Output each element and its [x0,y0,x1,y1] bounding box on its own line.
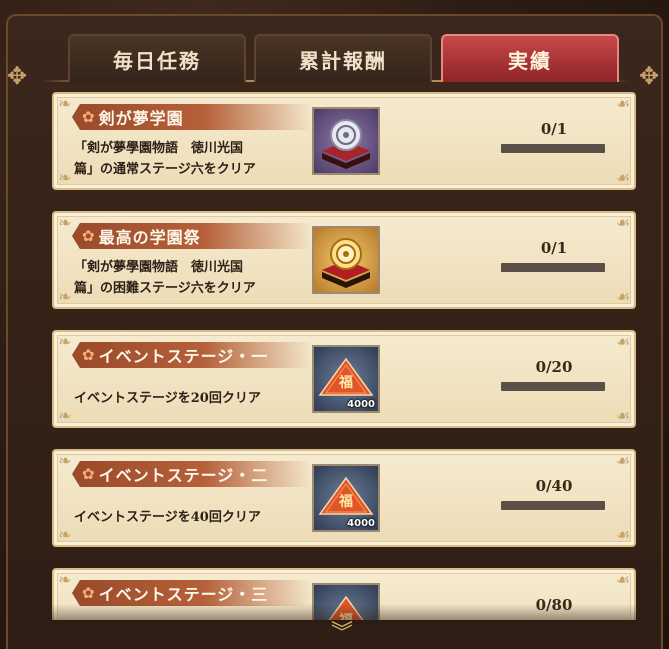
flower-icon: ✿ [82,465,95,483]
achievement-card: ❧ ☙ ❧ ☙ ✿ 剣が夢学園 「剣が夢學園物語 徳川光国 篇」の通常ステージ六… [52,92,636,190]
right-ornament-icon: ✥ [638,62,660,90]
gold-crest-on-cushion-icon [322,238,370,288]
tab-cumulative-rewards[interactable]: 累計報酬 [254,34,432,82]
reward-quantity: 4000 [347,399,375,410]
corner-ornament-icon: ☙ [615,451,631,470]
corner-ornament-icon: ❧ [58,94,72,113]
reward-glyph: 福 [338,493,353,510]
crest-on-cushion-icon [322,119,370,169]
progress-bar [501,263,605,272]
tab-achievements[interactable]: 実績 [441,34,619,82]
progress-count: 0/1 [540,239,568,257]
corner-ornament-icon: ❧ [58,168,72,187]
flower-icon: ✿ [82,108,95,126]
achievement-title-ribbon: ✿ イベントステージ・二 [72,461,312,487]
progress-bar [501,382,605,391]
achievement-description: 「剣が夢學園物語 徳川光国 篇」の通常ステージ六をクリア [74,138,314,180]
reward-item[interactable] [312,107,380,175]
corner-ornament-icon: ❧ [58,525,72,544]
flower-icon: ✿ [82,227,95,245]
corner-ornament-icon: ☙ [615,94,631,113]
reward-item[interactable] [312,226,380,294]
description-line: イベントステージを20回クリア [74,391,261,406]
achievement-card: ❧ ☙ ❧ ☙ ✿ イベントステージ・二 イベントステージを40回クリア 福 4… [52,449,636,547]
reward-quantity: 4000 [347,518,375,529]
corner-ornament-icon: ☙ [615,332,631,351]
achievement-title-ribbon: ✿ イベントステージ・一 [72,342,312,368]
achievement-card: ❧ ☙ ❧ ☙ ✿ 最高の学園祭 「剣が夢學園物語 徳川光国 篇」の困難ステージ… [52,211,636,309]
reward-item[interactable]: 福 4000 [312,345,380,413]
corner-ornament-icon: ☙ [615,168,631,187]
progress-count: 0/40 [535,477,573,495]
corner-ornament-icon: ❧ [58,451,72,470]
achievement-title-ribbon: ✿ 最高の学園祭 [72,223,312,249]
progress-bar [501,144,605,153]
description-line: イベントステージを40回クリア [74,510,261,525]
corner-ornament-icon: ❧ [58,406,72,425]
corner-ornament-icon: ☙ [615,287,631,306]
corner-ornament-icon: ❧ [58,332,72,351]
progress-count: 0/20 [535,358,573,376]
corner-ornament-icon: ☙ [615,525,631,544]
description-line: 篇」の困難ステージ六をクリア [74,281,256,296]
scroll-down-icon[interactable]: ︾ [322,622,362,646]
achievement-title: 剣が夢学園 [98,109,184,128]
corner-ornament-icon: ☙ [615,570,631,589]
achievement-title-ribbon: ✿ 剣が夢学園 [72,104,312,130]
corner-ornament-icon: ☙ [615,213,631,232]
achievement-title: 最高の学園祭 [98,228,201,247]
description-line: 「剣が夢學園物語 徳川光国 [74,260,244,275]
flower-icon: ✿ [82,346,95,364]
achievement-card: ❧ ☙ ❧ ☙ ✿ イベントステージ・一 イベントステージを20回クリア 福 4… [52,330,636,428]
progress-count: 0/1 [540,120,568,138]
achievement-title: イベントステージ・二 [98,466,269,485]
tab-daily-missions[interactable]: 毎日任務 [68,34,246,82]
reward-glyph: 福 [338,374,353,391]
flower-icon: ✿ [82,584,95,602]
achievement-title: イベントステージ・三 [98,585,269,604]
corner-ornament-icon: ☙ [615,406,631,425]
corner-ornament-icon: ❧ [58,287,72,306]
corner-ornament-icon: ❧ [58,213,72,232]
reward-item[interactable]: 福 4000 [312,464,380,532]
achievement-title: イベントステージ・一 [98,347,269,366]
left-ornament-icon: ✥ [6,62,28,90]
corner-ornament-icon: ❧ [58,570,72,589]
achievement-description: イベントステージを40回クリア [74,507,314,528]
description-line: 篇」の通常ステージ六をクリア [74,162,256,177]
achievement-title-ribbon: ✿ イベントステージ・三 [72,580,312,606]
achievement-description: イベントステージを20回クリア [74,388,314,409]
achievement-list[interactable]: ❧ ☙ ❧ ☙ ✿ 剣が夢学園 「剣が夢學園物語 徳川光国 篇」の通常ステージ六… [52,92,636,620]
progress-bar [501,501,605,510]
description-line: 「剣が夢學園物語 徳川光国 [74,141,244,156]
achievement-description: 「剣が夢學園物語 徳川光国 篇」の困難ステージ六をクリア [74,257,314,299]
